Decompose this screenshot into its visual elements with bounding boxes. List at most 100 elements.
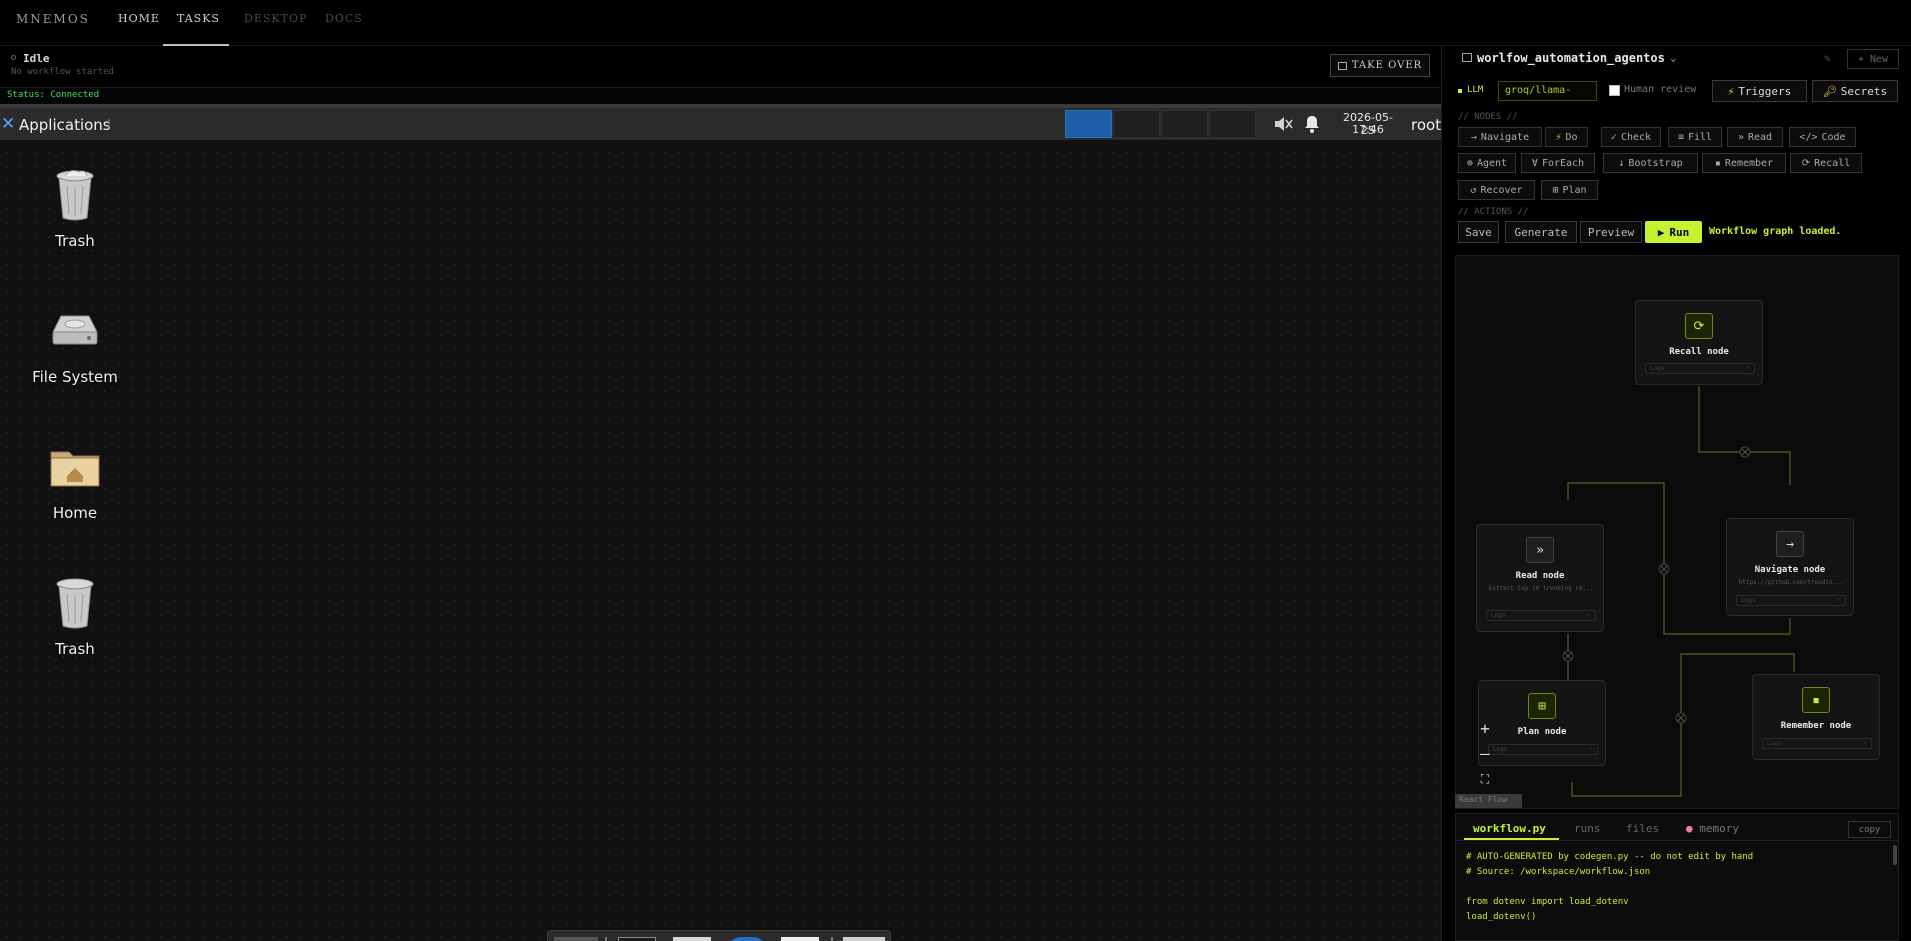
user-menu[interactable]: root — [1411, 116, 1441, 134]
nodes-section-label: // NODES // — [1458, 112, 1518, 122]
edge-recall-navigate — [1698, 386, 1791, 485]
workspace-2[interactable] — [1113, 110, 1160, 138]
add-fill-node-button[interactable]: ≡ Fill — [1668, 127, 1722, 147]
dock-separator — [831, 937, 833, 941]
workspace-4[interactable] — [1209, 110, 1256, 138]
desktop-icon-home[interactable]: Home — [20, 438, 130, 522]
arrow-right-icon: → — [1776, 531, 1804, 557]
add-recover-node-button[interactable]: ↺ Recover — [1458, 180, 1535, 200]
triggers-button[interactable]: ⚡ Triggers — [1712, 80, 1807, 102]
node-button-label: Check — [1620, 131, 1652, 143]
node-logs-select[interactable]: Logs — [1488, 743, 1598, 755]
node-logs-select[interactable]: Logs — [1645, 362, 1755, 374]
double-chevron-icon: » — [1526, 537, 1554, 563]
foreach-icon: ∀ — [1531, 157, 1538, 169]
add-foreach-node-button[interactable]: ∀ ForEach — [1521, 153, 1595, 173]
workflow-title[interactable]: worlfow_automation_agentos — [1477, 51, 1665, 65]
code-scrollbar[interactable] — [1893, 845, 1897, 865]
workflow-graph-canvas[interactable]: ⟳ Recall node Logs » Read node Extract t… — [1455, 255, 1899, 809]
add-check-node-button[interactable]: ✓ Check — [1601, 127, 1661, 147]
node-button-label: Recover — [1480, 184, 1523, 196]
react-flow-attribution[interactable]: React Flow — [1455, 794, 1522, 808]
add-recall-node-button[interactable]: ⟳ Recall — [1790, 153, 1862, 173]
node-subtitle: https://github.com/trendin... — [1738, 579, 1844, 586]
desktop-icon-file-system[interactable]: File System — [20, 302, 130, 386]
tab-files[interactable]: files — [1626, 822, 1659, 835]
add-agent-node-button[interactable]: ⊕ Agent — [1458, 153, 1516, 173]
workspace-3[interactable] — [1161, 110, 1208, 138]
add-code-node-button[interactable]: </> Code — [1789, 127, 1856, 147]
graph-node-read[interactable]: » Read node Extract top 10 trending re..… — [1476, 524, 1604, 632]
double-chevron-icon: » — [1737, 131, 1744, 143]
desktop-icon-trash[interactable]: Trash — [20, 166, 130, 250]
remote-desktop[interactable]: ✕ Applications ⁝ 2026-05-25 17:46 root T… — [0, 104, 1441, 941]
generate-button[interactable]: Generate — [1505, 221, 1577, 243]
desktop-icon-trash[interactable]: Trash — [20, 574, 130, 658]
xfce-logo-icon[interactable]: ✕ — [1, 114, 15, 134]
tab-docs[interactable]: DOCS — [325, 12, 363, 25]
connection-row: Status: Connected — [0, 88, 1441, 104]
add-do-node-button[interactable]: ⚡ Do — [1545, 127, 1588, 147]
chevron-down-icon[interactable]: ⌄ — [1670, 51, 1677, 64]
zoom-in-button[interactable]: + — [1471, 716, 1499, 740]
memory-icon: ▪ — [1714, 157, 1721, 169]
dock-file-manager-icon[interactable] — [673, 937, 711, 941]
node-subtitle: Extract top 10 trending re... — [1488, 585, 1594, 592]
zoom-out-button[interactable]: — — [1471, 741, 1499, 765]
grid-icon: ⊞ — [1552, 184, 1559, 196]
graph-node-remember[interactable]: ▪ Remember node Logs — [1752, 674, 1880, 760]
tab-memory[interactable]: ● memory — [1686, 822, 1739, 835]
status-dot-icon — [11, 55, 16, 60]
applications-menu[interactable]: Applications — [19, 116, 111, 134]
preview-button[interactable]: Preview — [1580, 221, 1642, 243]
add-navigate-node-button[interactable]: → Navigate — [1458, 127, 1542, 147]
tab-desktop[interactable]: DESKTOP — [244, 12, 307, 25]
volume-muted-icon[interactable] — [1273, 115, 1293, 133]
status-subtext: No workflow started — [11, 67, 114, 77]
brand-logo: MNEMOS — [16, 12, 90, 26]
dock-app-finder-icon[interactable] — [781, 937, 819, 941]
llm-model-select[interactable]: groq/llama- — [1498, 81, 1597, 101]
node-title: Navigate node — [1754, 565, 1826, 575]
pencil-icon[interactable]: ✎ — [1824, 52, 1831, 65]
tab-workflow-py[interactable]: workflow.py — [1473, 822, 1546, 835]
node-logs-select[interactable]: Logs — [1736, 594, 1846, 606]
run-button[interactable]: ▶ Run — [1645, 221, 1702, 243]
dock-show-desktop-icon[interactable] — [554, 937, 598, 941]
add-bootstrap-node-button[interactable]: ↓ Bootstrap — [1603, 153, 1698, 173]
code-line: load_dotenv() — [1466, 912, 1537, 922]
add-plan-node-button[interactable]: ⊞ Plan — [1541, 180, 1598, 200]
dock-separator — [605, 937, 607, 941]
graph-node-navigate[interactable]: → Navigate node https://github.com/trend… — [1726, 518, 1854, 616]
desktop-dock — [547, 930, 891, 941]
take-over-button[interactable]: TAKE OVER — [1330, 54, 1430, 77]
new-workflow-button[interactable]: + New — [1847, 49, 1899, 69]
notification-bell-icon[interactable] — [1304, 115, 1320, 133]
trash-icon — [56, 578, 94, 629]
human-review-checkbox[interactable] — [1609, 85, 1620, 96]
dock-browser-icon[interactable] — [727, 937, 767, 941]
workspace-1[interactable] — [1065, 110, 1112, 138]
save-button[interactable]: Save — [1458, 221, 1499, 243]
workflow-status-bar — [0, 46, 1441, 88]
desktop-icon-label: Trash — [55, 232, 95, 250]
dock-folder-icon[interactable] — [843, 937, 885, 941]
status-state: Idle — [23, 52, 50, 65]
dock-terminal-icon[interactable] — [618, 937, 656, 941]
add-remember-node-button[interactable]: ▪ Remember — [1702, 153, 1786, 173]
tab-home[interactable]: HOME — [118, 12, 160, 25]
node-logs-select[interactable]: Logs — [1762, 737, 1872, 749]
secrets-button[interactable]: 🔑︎ Secrets — [1812, 80, 1898, 102]
tab-tasks[interactable]: TASKS — [177, 12, 220, 25]
copy-button[interactable]: copy — [1848, 821, 1891, 838]
code-tab-divider — [1455, 840, 1899, 841]
clock-time[interactable]: 17:46 — [1338, 123, 1398, 136]
node-button-label: Bootstrap — [1628, 157, 1683, 169]
tab-runs[interactable]: runs — [1574, 822, 1601, 835]
arrow-right-icon: → — [1470, 131, 1477, 143]
agent-icon: ⊕ — [1466, 157, 1473, 169]
add-read-node-button[interactable]: » Read — [1727, 127, 1783, 147]
graph-node-recall[interactable]: ⟳ Recall node Logs — [1635, 300, 1763, 385]
fit-view-button[interactable]: ⛶ — [1471, 767, 1499, 791]
node-logs-select[interactable]: Logs — [1486, 609, 1596, 621]
